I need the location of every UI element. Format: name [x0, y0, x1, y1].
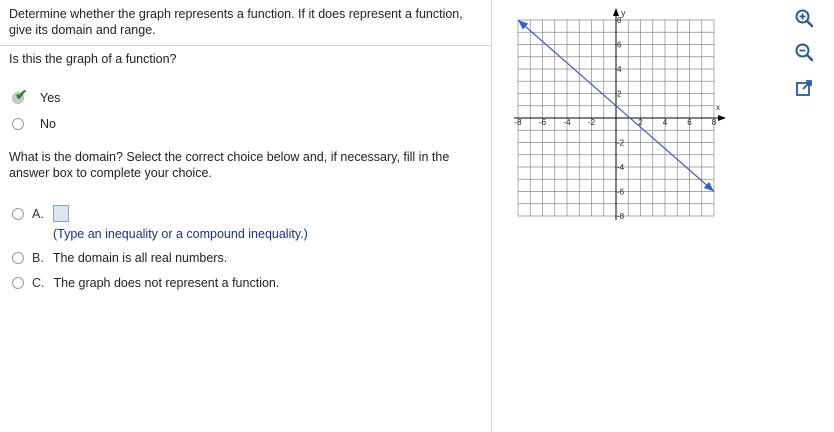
choice-c-letter: C.: [32, 276, 45, 290]
y-tick-label: -4: [617, 163, 625, 172]
x-tick-label: -8: [514, 118, 522, 127]
zoom-in-icon[interactable]: [794, 8, 814, 28]
x-axis-arrow: [718, 115, 726, 121]
choice-a[interactable]: A.: [12, 205, 69, 222]
y-tick-label: 8: [617, 16, 622, 25]
part1-question: Is this the graph of a function?: [9, 52, 177, 66]
choice-a-radio[interactable]: [12, 207, 24, 220]
x-tick-label: -2: [588, 118, 596, 127]
y-tick-label: 6: [617, 41, 622, 50]
prompt-line-1: Determine whether the graph represents a…: [9, 7, 463, 21]
header-divider: [0, 45, 491, 46]
part2-question: What is the domain? Select the correct c…: [9, 149, 479, 181]
question-pane: Determine whether the graph represents a…: [0, 0, 491, 432]
y-tick-label: -2: [617, 139, 625, 148]
choice-c-radio[interactable]: [12, 277, 24, 289]
choice-a-letter: A.: [32, 206, 44, 221]
choice-b-text: The domain is all real numbers.: [52, 251, 228, 265]
option-yes-label: Yes: [40, 91, 61, 105]
y-tick-label: 4: [617, 65, 622, 74]
y-tick-label: 2: [617, 90, 622, 99]
choice-a-note: (Type an inequality or a compound inequa…: [53, 227, 308, 241]
y-axis-label: y: [621, 8, 626, 18]
choice-c[interactable]: C. The graph does not represent a functi…: [12, 276, 279, 290]
choice-b-letter: B.: [32, 251, 44, 265]
option-no[interactable]: No: [12, 117, 56, 131]
popout-icon[interactable]: [794, 78, 814, 98]
y-tick-label: -8: [617, 212, 625, 221]
x-tick-label: -6: [539, 118, 547, 127]
x-tick-label: 4: [663, 118, 668, 127]
y-axis-arrow: [613, 8, 619, 16]
x-tick-label: 6: [687, 118, 692, 127]
x-tick-label: -4: [563, 118, 571, 127]
part2-question-line-2: answer box to complete your choice.: [9, 166, 212, 180]
choice-b[interactable]: B. The domain is all real numbers.: [12, 251, 227, 265]
choice-b-radio[interactable]: [12, 252, 24, 264]
choice-c-text: The graph does not represent a function.: [53, 276, 280, 290]
coordinate-graph: xy-8 -6 -4 -2 2 4 6 88642-2-4-6-8: [514, 8, 726, 221]
x-axis-label: x: [716, 103, 720, 112]
checkmark-icon: ✔: [15, 87, 28, 104]
zoom-out-icon[interactable]: [794, 42, 814, 62]
x-tick-label: 8: [712, 118, 717, 127]
question-prompt: Determine whether the graph represents a…: [9, 6, 487, 38]
graph-container: x y -8 -6 -4 -2 2 4 6 8 8 6 4 2 -2 -4 -6 -8: [510, 6, 730, 241]
no-radio[interactable]: [12, 118, 24, 130]
yes-radio[interactable]: ✔: [12, 87, 28, 104]
option-yes[interactable]: ✔ Yes: [12, 87, 61, 105]
y-tick-label: -6: [617, 188, 625, 197]
part2-question-line-1: What is the domain? Select the correct c…: [9, 150, 450, 164]
domain-answer-input[interactable]: [52, 205, 69, 222]
pane-divider: [491, 0, 492, 432]
prompt-line-2: give its domain and range.: [9, 23, 156, 37]
option-no-label: No: [40, 117, 56, 131]
